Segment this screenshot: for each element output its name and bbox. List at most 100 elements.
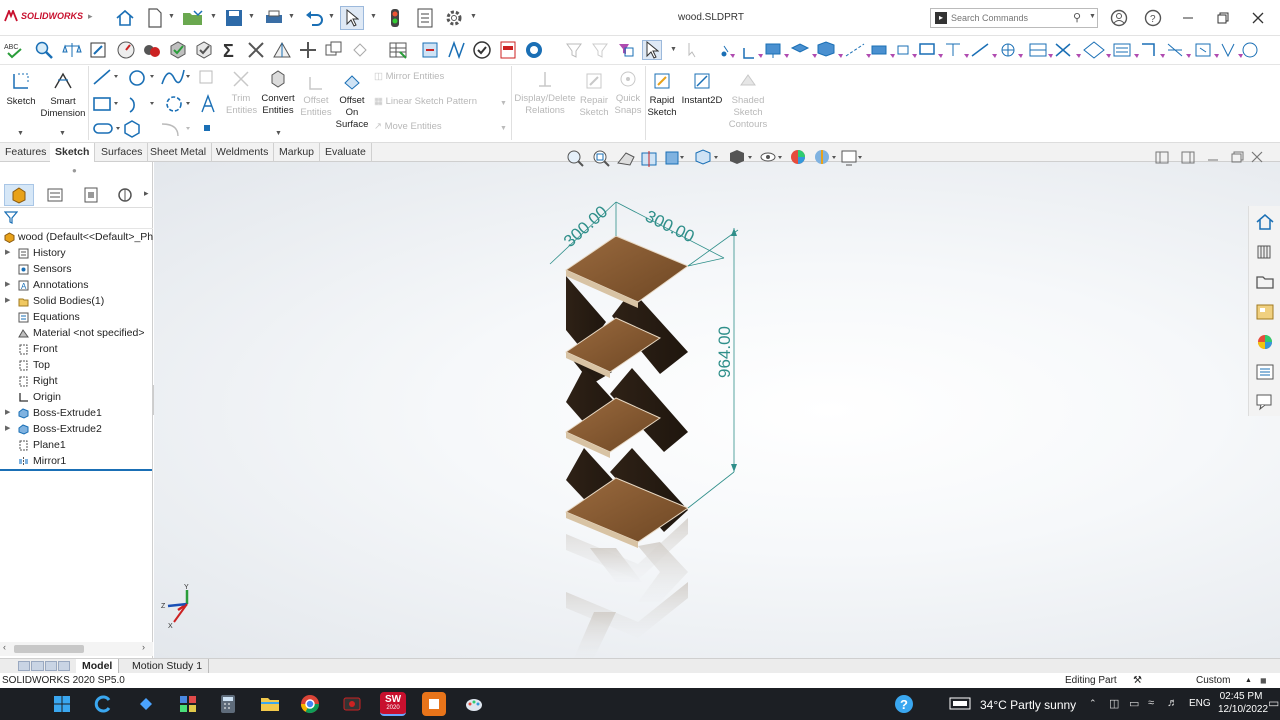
- cortana-icon[interactable]: [92, 692, 116, 716]
- check-mark-icon[interactable]: [472, 40, 492, 60]
- custom-properties-icon[interactable]: [1253, 360, 1277, 384]
- pattern-dropdown-icon[interactable]: ▼: [500, 100, 507, 107]
- tab-model[interactable]: Model: [76, 659, 120, 673]
- sketch-dropdown-icon[interactable]: ▼: [17, 130, 24, 137]
- solidworks-logo[interactable]: SOLIDWORKS: [4, 10, 83, 22]
- open-dropdown-icon[interactable]: ▼: [210, 13, 217, 20]
- panel-tabs-more-icon[interactable]: ▸: [144, 188, 149, 199]
- spline-tool-icon[interactable]: [161, 69, 190, 85]
- unit-system-selector[interactable]: Custom: [1196, 673, 1230, 688]
- language-indicator[interactable]: ENG: [1189, 698, 1211, 709]
- file-explorer-taskbar-icon[interactable]: [258, 692, 282, 716]
- tab-markup[interactable]: Markup: [274, 143, 321, 162]
- dimension-height[interactable]: 964.00: [715, 326, 734, 378]
- tree-item-origin[interactable]: Origin: [0, 389, 153, 405]
- save-dropdown-icon[interactable]: ▼: [248, 13, 255, 20]
- new-dropdown-icon[interactable]: ▼: [168, 13, 175, 20]
- search-scope-icon[interactable]: ▸: [935, 12, 947, 24]
- rebuild-traffic-light-icon[interactable]: [383, 6, 407, 30]
- wifi-icon[interactable]: ≈: [1148, 697, 1154, 709]
- filter-icon[interactable]: [3, 210, 19, 224]
- units-dropdown-icon[interactable]: ▲: [1245, 673, 1252, 688]
- appearances-scenes-icon[interactable]: [1253, 330, 1277, 354]
- draft-analysis-icon[interactable]: [272, 40, 292, 60]
- convert-dropdown-icon[interactable]: ▼: [275, 130, 282, 137]
- view-palette-icon[interactable]: [1253, 300, 1277, 324]
- shaded-sketch-contours-button[interactable]: Shaded Sketch Contours: [726, 71, 770, 131]
- filter-faces-disabled-icon[interactable]: [590, 40, 610, 60]
- file-properties-icon[interactable]: [413, 6, 437, 30]
- thickness-analysis-icon[interactable]: [524, 40, 544, 60]
- open-folder-icon[interactable]: [181, 6, 205, 30]
- text-tool-icon[interactable]: [201, 94, 215, 113]
- prev-tab-icon[interactable]: [31, 661, 44, 671]
- tab-surfaces[interactable]: Surfaces: [96, 143, 149, 162]
- expand-arrow-icon[interactable]: ▶: [5, 277, 10, 293]
- clear-filters-icon[interactable]: [684, 40, 704, 60]
- weather-label[interactable]: 34°C Partly sunny: [980, 698, 1076, 712]
- expand-arrow-icon[interactable]: ▶: [5, 245, 10, 261]
- design-library-icon[interactable]: [1253, 240, 1277, 264]
- convert-entities-button[interactable]: Convert Entities: [260, 69, 296, 117]
- linear-pattern-button[interactable]: ▦ Linear Sketch Pattern: [374, 96, 477, 107]
- search-dropdown-icon[interactable]: ▼: [1089, 13, 1096, 20]
- tree-item-front-plane[interactable]: Front: [0, 341, 153, 357]
- expand-arrow-icon[interactable]: ▶: [5, 405, 10, 421]
- panel-collapse-dot[interactable]: ●: [72, 166, 77, 175]
- filter-disabled-icon[interactable]: [564, 40, 584, 60]
- scroll-right-icon[interactable]: ›: [142, 642, 145, 652]
- tree-item-solid-bodies[interactable]: ▶ Solid Bodies(1): [0, 293, 153, 309]
- polygon-tool-icon[interactable]: [166, 96, 190, 112]
- trim-entities-button[interactable]: Trim Entities: [226, 69, 257, 117]
- mirror-entities-button[interactable]: ◫ Mirror Entities: [374, 71, 444, 82]
- sketch-button[interactable]: Sketch: [4, 70, 38, 108]
- point-tool-icon[interactable]: [204, 125, 210, 131]
- tab-motion-study[interactable]: Motion Study 1: [126, 659, 210, 673]
- sketch-fillet-disabled-icon[interactable]: [199, 70, 213, 84]
- viewport-close-icon[interactable]: [1251, 151, 1263, 163]
- tree-item-equations[interactable]: Equations: [0, 309, 153, 325]
- stop-warning-icon[interactable]: [142, 40, 162, 60]
- app-arrow-icon[interactable]: [134, 692, 158, 716]
- network-icon[interactable]: ◫: [1109, 697, 1119, 710]
- notification-center-icon[interactable]: ▭: [1268, 696, 1279, 710]
- tab-features[interactable]: Features: [0, 143, 53, 162]
- filter-edges-icon[interactable]: [616, 40, 636, 60]
- tab-sheet-metal[interactable]: Sheet Metal: [145, 143, 213, 162]
- mass-properties-icon[interactable]: [62, 40, 82, 60]
- help-icon[interactable]: ?: [1141, 6, 1165, 30]
- close-window-icon[interactable]: [1246, 6, 1270, 30]
- weather-monitor-icon[interactable]: [948, 692, 972, 716]
- tree-item-right-plane[interactable]: Right: [0, 373, 153, 389]
- selection-filters-icon[interactable]: [714, 38, 1259, 62]
- select-filter-dropdown-icon[interactable]: ▼: [670, 46, 677, 53]
- clock[interactable]: 02:45 PM 12/10/2022: [1218, 690, 1268, 716]
- tree-item-plane1[interactable]: Plane1: [0, 437, 153, 453]
- battery-icon[interactable]: ▭: [1129, 697, 1139, 710]
- dimension-width-b[interactable]: 300.00: [642, 207, 697, 247]
- quick-snaps-button[interactable]: Quick Snaps: [612, 69, 644, 117]
- import-diagnostics-icon[interactable]: [420, 40, 440, 60]
- expand-arrow-icon[interactable]: ▶: [5, 421, 10, 437]
- stack-up-icon[interactable]: [498, 40, 518, 60]
- volume-icon[interactable]: ♬: [1167, 697, 1178, 709]
- user-account-icon[interactable]: [1107, 6, 1131, 30]
- offset-entities-button[interactable]: Offset Entities: [300, 73, 332, 119]
- property-manager-tab-icon[interactable]: [40, 184, 70, 206]
- arc-tool-icon[interactable]: [129, 97, 154, 113]
- copy-features-icon[interactable]: [324, 40, 344, 60]
- minimize-window-icon[interactable]: [1176, 6, 1200, 30]
- calculator-icon[interactable]: [216, 692, 240, 716]
- tree-item-boss-extrude1[interactable]: ▶ Boss-Extrude1: [0, 405, 153, 421]
- panel-horizontal-scrollbar[interactable]: ‹ ›: [0, 642, 153, 656]
- shelf-model[interactable]: [564, 235, 690, 548]
- instant2d-button[interactable]: Instant2D: [680, 71, 724, 107]
- configuration-manager-tab-icon[interactable]: [76, 184, 106, 206]
- part-check-icon[interactable]: [168, 40, 188, 60]
- display-delete-relations-button[interactable]: Display/Delete Relations: [514, 69, 576, 117]
- offset-on-surface-button[interactable]: Offset On Surface: [334, 73, 370, 131]
- deviation-analysis-icon[interactable]: [446, 40, 466, 60]
- home-icon[interactable]: [113, 6, 137, 30]
- slot-tool-icon[interactable]: [93, 123, 120, 134]
- symmetry-check-icon[interactable]: [350, 40, 370, 60]
